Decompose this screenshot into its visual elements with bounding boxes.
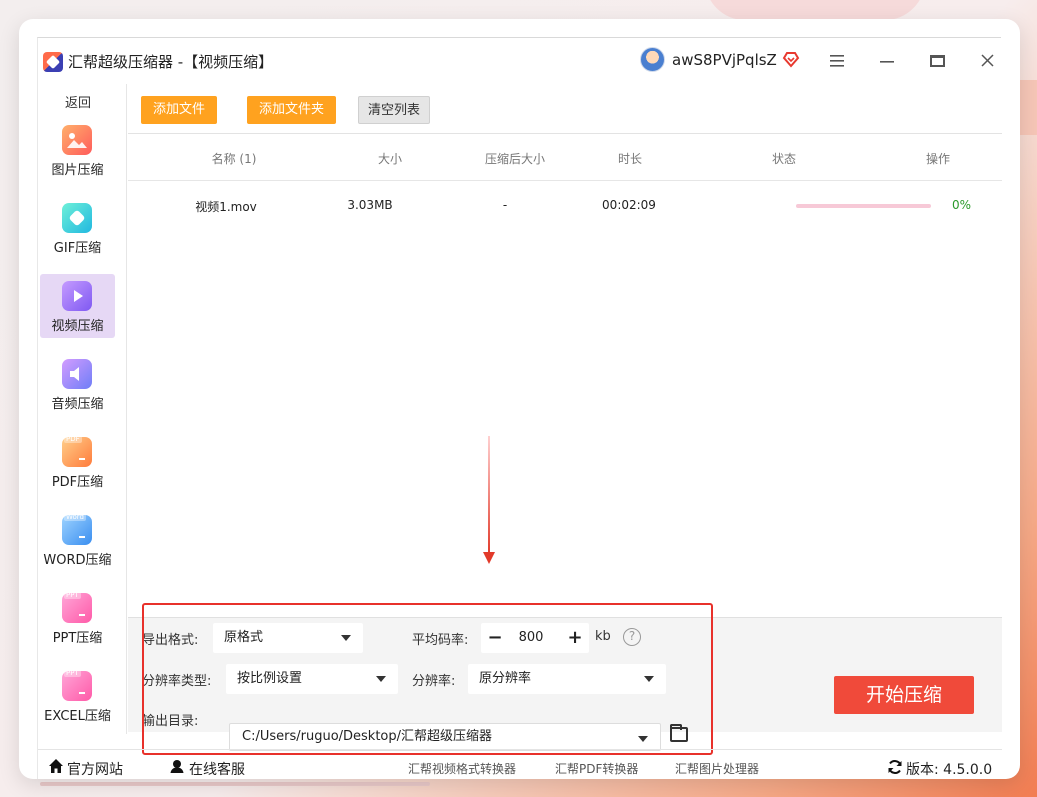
word-tag: Word bbox=[64, 513, 86, 521]
online-service-link[interactable]: 在线客服 bbox=[189, 759, 245, 779]
sidebar-item-label: 音频压缩 bbox=[51, 397, 104, 412]
background-decoration bbox=[40, 782, 430, 786]
pdf-icon: PDF bbox=[62, 435, 92, 467]
app-window: 汇帮超级压缩器 -【视频压缩】 awS8PVjPqlsZ 返回 图片压缩 GIF… bbox=[19, 19, 1020, 779]
sidebar-item-image[interactable]: 图片压缩 bbox=[40, 118, 115, 182]
version-info: 版本: 4.5.0.0 bbox=[906, 762, 993, 778]
start-compress-button[interactable]: 开始压缩 bbox=[834, 676, 974, 714]
column-header-size[interactable]: 大小 bbox=[340, 150, 440, 167]
column-header-name[interactable]: 名称 (1) bbox=[184, 150, 284, 167]
username[interactable]: awS8PVjPqlsZ bbox=[672, 51, 777, 69]
ppt-icon: PPT bbox=[62, 591, 92, 623]
sidebar-item-audio[interactable]: 音频压缩 bbox=[40, 352, 115, 416]
app-logo-icon bbox=[43, 52, 63, 72]
add-folder-button[interactable]: 添加文件夹 bbox=[247, 96, 337, 124]
image-icon bbox=[62, 125, 92, 155]
toolbar: 添加文件 添加文件夹 清空列表 bbox=[128, 84, 1002, 134]
sidebar-item-excel[interactable]: PPT EXCEL压缩 bbox=[40, 664, 115, 728]
avatar[interactable] bbox=[640, 47, 665, 72]
official-website-link[interactable]: 官方网站 bbox=[67, 759, 123, 779]
table-row[interactable]: 视频1.mov 3.03MB - 00:02:09 0% bbox=[128, 182, 1002, 230]
sidebar-item-label: PPT压缩 bbox=[52, 631, 103, 646]
pdf-tag: PDF bbox=[64, 435, 82, 443]
background-decoration bbox=[705, 0, 925, 20]
progress-percent: 0% bbox=[952, 198, 972, 212]
duration: 00:02:09 bbox=[602, 198, 656, 212]
sidebar-item-pdf[interactable]: PDF PDF压缩 bbox=[40, 430, 115, 494]
compressed-size: - bbox=[502, 198, 508, 212]
sidebar-item-label: GIF压缩 bbox=[53, 241, 102, 256]
sidebar-item-label: 视频压缩 bbox=[51, 319, 104, 334]
sidebar-item-gif[interactable]: GIF压缩 bbox=[40, 196, 115, 260]
footer: 官方网站 在线客服 汇帮视频格式转换器 汇帮PDF转换器 汇帮图片处理器 版本:… bbox=[38, 749, 1002, 779]
sidebar-item-word[interactable]: Word WORD压缩 bbox=[40, 508, 115, 572]
column-header-duration[interactable]: 时长 bbox=[580, 150, 680, 167]
excel-icon: PPT bbox=[62, 669, 92, 701]
annotation-arrow bbox=[488, 436, 490, 556]
vip-diamond-icon[interactable] bbox=[782, 50, 800, 68]
home-icon[interactable] bbox=[48, 758, 64, 774]
gif-icon bbox=[62, 203, 92, 233]
footer-link-video-converter[interactable]: 汇帮视频格式转换器 bbox=[408, 760, 516, 777]
sidebar-item-label: PDF压缩 bbox=[51, 475, 104, 490]
excel-tag: PPT bbox=[64, 669, 81, 677]
highlight-box bbox=[142, 603, 713, 755]
maximize-icon[interactable] bbox=[926, 50, 948, 72]
footer-link-image-processor[interactable]: 汇帮图片处理器 bbox=[675, 760, 759, 777]
table-header: 名称 (1) 大小 压缩后大小 时长 状态 操作 bbox=[128, 135, 1002, 181]
file-name: 视频1.mov bbox=[195, 200, 257, 214]
clear-list-button[interactable]: 清空列表 bbox=[358, 96, 431, 124]
refresh-icon[interactable] bbox=[887, 759, 903, 775]
hamburger-menu-icon[interactable] bbox=[826, 50, 848, 72]
footer-link-pdf-converter[interactable]: 汇帮PDF转换器 bbox=[555, 760, 638, 777]
close-icon[interactable] bbox=[976, 50, 998, 72]
back-link[interactable]: 返回 bbox=[38, 92, 118, 111]
sidebar-item-video[interactable]: 视频压缩 bbox=[40, 274, 115, 338]
file-size: 3.03MB bbox=[347, 198, 393, 212]
sidebar-item-ppt[interactable]: PPT PPT压缩 bbox=[40, 586, 115, 650]
progress-bar bbox=[796, 204, 931, 208]
ppt-tag: PPT bbox=[64, 591, 81, 599]
column-header-compressed-size[interactable]: 压缩后大小 bbox=[465, 150, 565, 167]
sidebar-item-label: WORD压缩 bbox=[43, 553, 112, 568]
video-play-icon bbox=[62, 281, 92, 311]
app-frame: 汇帮超级压缩器 -【视频压缩】 awS8PVjPqlsZ 返回 图片压缩 GIF… bbox=[37, 37, 1002, 779]
annotation-arrow-head bbox=[483, 552, 495, 564]
column-header-status[interactable]: 状态 bbox=[734, 150, 834, 167]
audio-speaker-icon bbox=[62, 359, 92, 389]
customer-service-icon[interactable] bbox=[169, 758, 185, 774]
add-file-button[interactable]: 添加文件 bbox=[141, 96, 218, 124]
sidebar: 返回 图片压缩 GIF压缩 视频压缩 音频压缩 PDF PDF压缩 Word W… bbox=[38, 84, 127, 734]
sidebar-item-label: 图片压缩 bbox=[51, 163, 104, 178]
word-icon: Word bbox=[62, 513, 92, 545]
app-title: 汇帮超级压缩器 -【视频压缩】 bbox=[68, 53, 274, 71]
minimize-icon[interactable] bbox=[876, 50, 898, 72]
column-header-action: 操作 bbox=[925, 152, 950, 166]
sidebar-item-label: EXCEL压缩 bbox=[44, 709, 111, 724]
title-bar[interactable]: 汇帮超级压缩器 -【视频压缩】 awS8PVjPqlsZ bbox=[38, 38, 1002, 84]
